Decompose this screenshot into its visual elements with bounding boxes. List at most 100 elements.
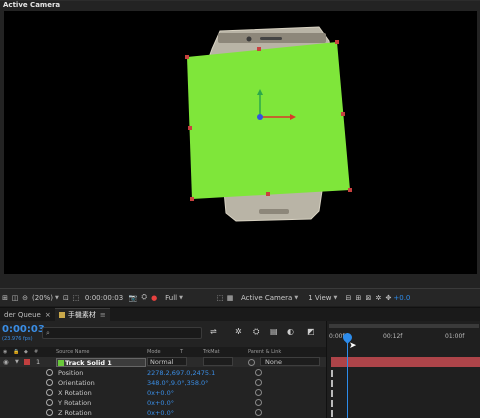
chevron-down-icon: ▼ — [179, 294, 183, 301]
stopwatch-icon[interactable] — [46, 369, 53, 376]
viewer-toolbar: ⊞ ◫ ⊝ (20%) ▼ ⊡ ⬚ 0:00:00:03 📷 ⛭ ● Full … — [0, 288, 480, 306]
parent-dropdown[interactable]: None — [260, 357, 320, 366]
region-of-interest-icon[interactable]: ⬚ — [215, 289, 225, 307]
exposure-value[interactable]: +0.0 — [393, 294, 410, 302]
tab-render-queue[interactable]: der Queue — [0, 308, 45, 322]
keyframe-marker[interactable] — [331, 390, 333, 397]
resolution-value: Full — [165, 293, 178, 302]
layout-icon[interactable]: ⊟ — [343, 289, 353, 307]
property-value[interactable]: 0x+0.0° — [147, 409, 174, 417]
stopwatch-icon[interactable] — [46, 409, 53, 416]
comp-flowchart-icon[interactable]: ⇌ — [210, 327, 217, 336]
keyframe-marker[interactable] — [331, 370, 333, 377]
grid-icon[interactable]: ⊡ — [61, 289, 71, 307]
shy-icon[interactable]: ⛭ — [253, 327, 259, 337]
chevron-down-icon: ▼ — [55, 294, 59, 301]
work-area-bar[interactable] — [329, 324, 479, 328]
source-name-header[interactable]: Source Name — [56, 349, 90, 355]
expand-arrow-icon[interactable]: ▼ — [15, 359, 19, 365]
close-icon[interactable]: × — [45, 308, 55, 322]
label-color-swatch[interactable] — [24, 359, 30, 365]
layer-index: 1 — [36, 358, 41, 366]
frame-blending-icon[interactable]: ▤ — [270, 327, 278, 336]
chevron-down-icon: ▼ — [333, 294, 338, 301]
camera-dropdown[interactable]: Active Camera ▼ — [239, 294, 300, 302]
layer-name-text: Track Solid 1 — [65, 359, 112, 367]
layer-name[interactable]: Track Solid 1 — [56, 358, 146, 367]
property-row-y-rotation[interactable]: Y Rotation 0x+0.0° — [0, 398, 326, 408]
menu-icon[interactable]: ≡ — [100, 311, 106, 319]
stopwatch-icon[interactable] — [46, 379, 53, 386]
views-dropdown[interactable]: 1 View ▼ — [306, 294, 339, 302]
mode-header[interactable]: Mode — [147, 349, 161, 355]
draft-3d-icon[interactable]: ✲ — [235, 327, 242, 336]
track-solid-layer[interactable] — [187, 42, 350, 199]
transparency-grid-icon[interactable]: ▦ — [225, 289, 235, 307]
camera-value: Active Camera — [241, 293, 293, 302]
viewer-title: Active Camera — [3, 1, 61, 9]
link-icon[interactable] — [255, 389, 262, 396]
search-input[interactable]: ⌕ — [42, 327, 202, 339]
property-value[interactable]: 2278.2,697.0,2475.1 — [147, 369, 215, 377]
tab-composition[interactable]: 手機素材 ≡ — [54, 307, 110, 322]
trkmat-header[interactable]: TrkMat — [203, 349, 220, 355]
current-time[interactable]: 0:00:00:03 — [85, 294, 123, 302]
mask-visibility-icon[interactable]: ⬚ — [71, 289, 81, 307]
stopwatch-icon[interactable] — [46, 399, 53, 406]
views-value: 1 View — [308, 293, 332, 302]
property-label: Position — [58, 369, 84, 377]
show-snapshot-icon[interactable]: ⛭ — [139, 289, 149, 307]
snapshot-glasses-icon[interactable]: ⊝ — [20, 289, 30, 307]
motion-blur-icon[interactable]: ◐ — [287, 327, 294, 336]
timeline-timecode[interactable]: 0:00:03 — [2, 324, 45, 335]
property-value[interactable]: 0x+0.0° — [147, 399, 174, 407]
composition-icon — [58, 312, 65, 318]
timeline-icon[interactable]: ⊠ — [363, 289, 373, 307]
parent-header[interactable]: Parent & Link — [248, 349, 281, 355]
property-value[interactable]: 0x+0.0° — [147, 389, 174, 397]
layer-row[interactable]: ◉ ▼ 1 Track Solid 1 Normal None — [0, 357, 326, 367]
tab-label: der Queue — [4, 310, 41, 319]
property-row-z-rotation[interactable]: Z Rotation 0x+0.0° — [0, 408, 326, 418]
property-row-position[interactable]: Position 2278.2,697.0,2475.1 — [0, 368, 326, 378]
eye-icon[interactable]: ◉ — [3, 358, 9, 366]
tab-label: 手機素材 — [67, 311, 96, 319]
mode-dropdown[interactable]: Normal — [147, 357, 187, 366]
flowchart-icon[interactable]: ✲ — [373, 289, 383, 307]
property-row-orientation[interactable]: Orientation 348.0°,9.0°,358.0° — [0, 378, 326, 388]
solid-icon — [58, 360, 64, 366]
mask-icon[interactable]: ◫ — [10, 289, 20, 307]
layer-duration-bar[interactable] — [331, 357, 480, 367]
property-row-x-rotation[interactable]: X Rotation 0x+0.0° — [0, 388, 326, 398]
lock-icon: 🔒 — [13, 349, 20, 355]
color-channel-icon[interactable]: ● — [149, 289, 159, 307]
t-header[interactable]: T — [180, 349, 183, 355]
keyframe-marker[interactable] — [331, 400, 333, 407]
keyframe-marker[interactable] — [331, 380, 333, 387]
viewer-canvas[interactable] — [4, 11, 477, 274]
ruler-label-mid: 00:12f — [383, 333, 403, 340]
trkmat-dropdown[interactable] — [203, 357, 233, 366]
composition-viewer: Active Camera — [0, 0, 480, 288]
frame-rate: (23.976 fps) — [2, 336, 33, 342]
link-icon[interactable] — [255, 379, 262, 386]
fast-preview-icon[interactable]: ⊞ — [353, 289, 363, 307]
link-icon[interactable] — [255, 399, 262, 406]
timeline-graph[interactable]: 0:00f 00:12f 01:00f ➤ — [326, 321, 480, 418]
property-label: Orientation — [58, 379, 95, 387]
exposure-icon[interactable]: ✥ — [383, 289, 393, 307]
keyframe-marker[interactable] — [331, 410, 333, 417]
resolution-dropdown[interactable]: Full ▼ — [163, 294, 185, 302]
stopwatch-icon[interactable] — [46, 389, 53, 396]
zoom-value: (20%) — [32, 293, 54, 302]
zoom-dropdown[interactable]: (20%) ▼ — [30, 294, 61, 302]
parent-value: None — [265, 358, 282, 366]
graph-editor-icon[interactable]: ◩ — [307, 327, 315, 336]
camera-snapshot-icon[interactable]: 📷 — [127, 289, 139, 307]
link-icon[interactable] — [255, 369, 262, 376]
link-icon[interactable] — [255, 409, 262, 416]
parent-pickwhip-icon[interactable] — [248, 359, 255, 366]
render-icon[interactable]: ⊞ — [0, 289, 10, 307]
property-value[interactable]: 348.0°,9.0°,358.0° — [147, 379, 208, 387]
mouse-cursor-icon: ➤ — [349, 341, 357, 351]
